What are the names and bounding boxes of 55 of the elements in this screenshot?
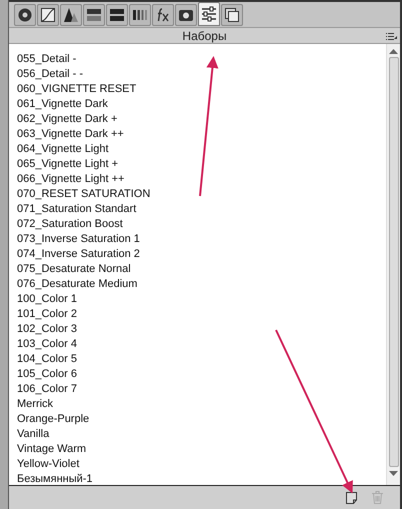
mountain-icon [63, 7, 79, 23]
preset-item[interactable]: 105_Color 6 [17, 367, 150, 382]
layers-icon [224, 7, 240, 23]
preset-item[interactable]: 060_VIGNETTE RESET [17, 82, 150, 97]
preset-item[interactable]: Orange-Purple [17, 412, 150, 427]
preset-item[interactable]: 070_RESET SATURATION [17, 187, 150, 202]
toolbar-tab[interactable] [152, 4, 174, 26]
preset-item[interactable]: 061_Vignette Dark [17, 97, 150, 112]
toolbar-tab[interactable] [106, 4, 128, 26]
toolbar-tab[interactable] [60, 4, 82, 26]
preset-item[interactable]: Vintage Warm [17, 442, 150, 457]
preset-item[interactable]: 072_Saturation Boost [17, 217, 150, 232]
panel-title: Наборы [182, 28, 227, 44]
preset-item[interactable]: 062_Vignette Dark + [17, 112, 150, 127]
toolbar-tab[interactable] [175, 4, 197, 26]
curve-icon [40, 7, 56, 23]
preset-item[interactable]: 102_Color 3 [17, 322, 150, 337]
preset-item[interactable]: 075_Desaturate Nornal [17, 262, 150, 277]
scroll-down-icon[interactable] [389, 471, 398, 476]
preset-item[interactable]: 071_Saturation Standart [17, 202, 150, 217]
preset-item[interactable]: 073_Inverse Saturation 1 [17, 232, 150, 247]
preset-item[interactable]: Yellow-Violet [17, 457, 150, 472]
preset-item[interactable]: 055_Detail - [17, 52, 150, 67]
toolbar-tab[interactable] [198, 2, 220, 26]
fx-icon [155, 7, 171, 23]
preset-item[interactable]: 106_Color 7 [17, 382, 150, 397]
preset-item[interactable]: Безымянный-1 [17, 472, 150, 485]
toolbar-tab[interactable] [14, 4, 36, 26]
camera-icon [178, 7, 194, 23]
sliders-icon [201, 6, 217, 22]
preset-item[interactable]: 074_Inverse Saturation 2 [17, 247, 150, 262]
preset-item[interactable]: Vanilla [17, 427, 150, 442]
preset-item[interactable]: 063_Vignette Dark ++ [17, 127, 150, 142]
toolbar-tab[interactable] [129, 4, 151, 26]
preset-item[interactable]: 064_Vignette Light [17, 142, 150, 157]
scroll-up-icon[interactable] [389, 49, 398, 54]
menu-icon[interactable] [386, 33, 397, 40]
toolbar-tab[interactable] [37, 4, 59, 26]
new-preset-icon[interactable] [346, 492, 357, 504]
aperture-icon [17, 7, 33, 23]
preset-item[interactable]: 100_Color 1 [17, 292, 150, 307]
gradient-icon [86, 7, 102, 23]
preset-item[interactable]: 066_Vignette Light ++ [17, 172, 150, 187]
toolbar-tab[interactable] [221, 4, 243, 26]
preset-item[interactable]: 103_Color 4 [17, 337, 150, 352]
preset-item[interactable]: 101_Color 2 [17, 307, 150, 322]
toolbar-tab[interactable] [83, 4, 105, 26]
preset-item[interactable]: 065_Vignette Light + [17, 157, 150, 172]
preset-item[interactable]: 076_Desaturate Medium [17, 277, 150, 292]
scrollbar[interactable] [386, 44, 400, 485]
bars-icon [109, 7, 125, 23]
preset-item[interactable]: 104_Color 5 [17, 352, 150, 367]
stripes-icon [132, 7, 148, 23]
preset-item[interactable]: Merrick [17, 397, 150, 412]
preset-item[interactable]: 056_Detail - - [17, 67, 150, 82]
